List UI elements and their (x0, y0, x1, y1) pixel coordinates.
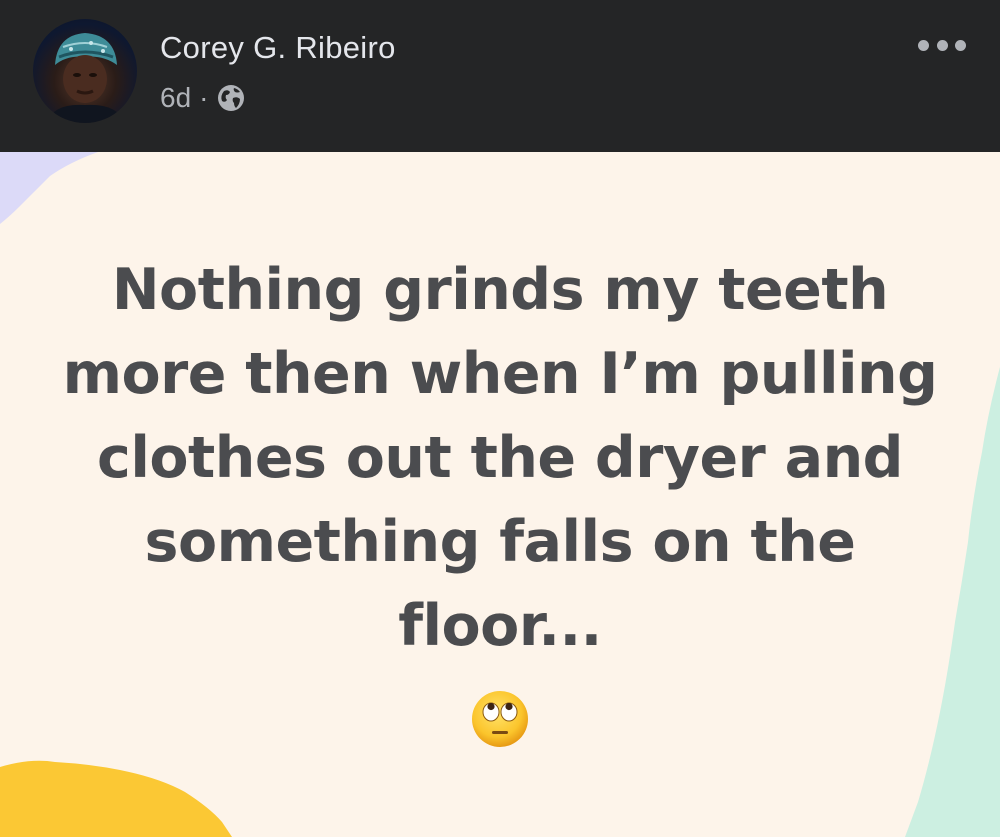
more-options-icon[interactable] (918, 36, 966, 54)
more-dot (918, 39, 929, 51)
author-name[interactable]: Corey G. Ribeiro (160, 30, 396, 66)
post-card: Corey G. Ribeiro 6d · Nothing grinds my … (0, 0, 1000, 837)
meta-separator: · (199, 82, 209, 113)
globe-icon[interactable] (216, 83, 246, 113)
post-header: Corey G. Ribeiro 6d · (0, 0, 1000, 152)
more-dot (955, 39, 966, 51)
post-timestamp[interactable]: 6d (160, 82, 191, 114)
more-dot (936, 39, 948, 51)
profile-photo (47, 33, 125, 123)
post-meta: 6d · (160, 80, 246, 116)
avatar[interactable] (33, 19, 137, 123)
text-post-background: Nothing grinds my teeth more then when I… (0, 152, 1000, 837)
face-with-rolling-eyes-emoji (470, 689, 530, 749)
post-text: Nothing grinds my teeth more then when I… (62, 257, 938, 659)
